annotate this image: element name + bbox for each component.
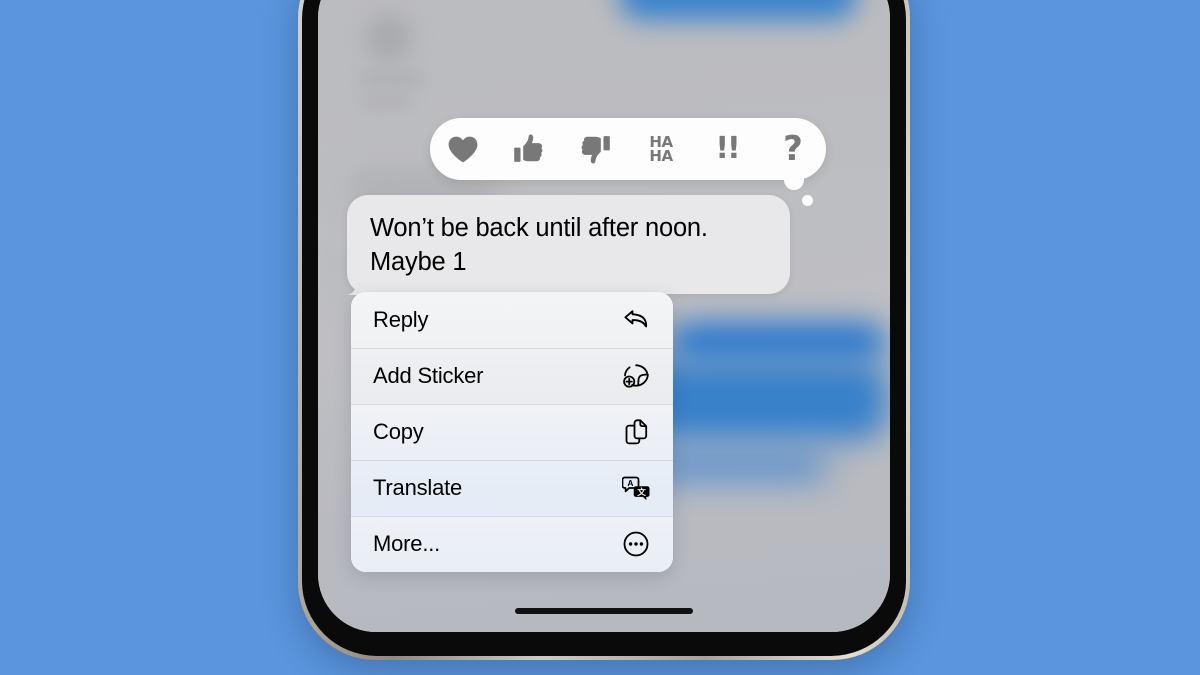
tapback-heart-button[interactable] bbox=[437, 125, 489, 173]
menu-item-add-sticker[interactable]: Add Sticker bbox=[351, 348, 673, 404]
menu-item-label: More... bbox=[373, 531, 441, 556]
question-icon: ? bbox=[783, 129, 803, 169]
haha-icon: HA HA bbox=[649, 135, 673, 165]
menu-separator bbox=[351, 460, 673, 461]
heart-icon bbox=[448, 136, 478, 163]
message-text: Won’t be back until after noon. Maybe 1 bbox=[370, 214, 708, 276]
translate-cjk-glyph: 文 bbox=[636, 486, 646, 498]
menu-separator bbox=[351, 404, 673, 405]
thumbs-down-icon bbox=[580, 134, 610, 164]
tapback-thumbs-up-button[interactable] bbox=[503, 125, 555, 173]
tapback-tail-large bbox=[784, 170, 804, 190]
copy-icon bbox=[621, 417, 651, 447]
add-sticker-icon bbox=[621, 361, 651, 391]
home-indicator[interactable] bbox=[515, 608, 693, 614]
haha-line-2: HA bbox=[649, 147, 673, 165]
thumbs-up-icon bbox=[514, 134, 544, 164]
menu-separator bbox=[351, 348, 673, 349]
tapback-exclamation-button[interactable]: !! bbox=[701, 125, 753, 173]
menu-item-label: Copy bbox=[373, 419, 424, 444]
menu-item-label: Add Sticker bbox=[373, 363, 484, 388]
menu-item-reply[interactable]: Reply bbox=[351, 292, 673, 348]
tapback-thumbs-down-button[interactable] bbox=[569, 125, 621, 173]
tapback-haha-button[interactable]: HA HA bbox=[635, 125, 687, 173]
tapback-container: HA HA !! ? bbox=[430, 118, 826, 206]
context-menu: Reply Add Sticker Copy Translate A 文 Mor… bbox=[351, 292, 673, 572]
translate-latin-glyph: A bbox=[627, 478, 633, 488]
menu-separator bbox=[351, 516, 673, 517]
menu-item-translate[interactable]: Translate A 文 bbox=[351, 460, 673, 516]
message-bubble[interactable]: Won’t be back until after noon. Maybe 1 bbox=[347, 195, 790, 294]
menu-item-copy[interactable]: Copy bbox=[351, 404, 673, 460]
menu-item-more[interactable]: More... bbox=[351, 516, 673, 572]
menu-item-label: Translate bbox=[373, 475, 463, 500]
tapback-tail-small bbox=[802, 195, 813, 206]
focused-message-container: Won’t be back until after noon. Maybe 1 bbox=[347, 195, 790, 294]
exclamation-icon: !! bbox=[715, 131, 740, 166]
more-circle-icon bbox=[621, 529, 651, 559]
tapback-question-button[interactable]: ? bbox=[767, 125, 819, 173]
tapback-bar[interactable]: HA HA !! ? bbox=[430, 118, 826, 206]
phone-screen: HA HA !! ? Won’t be back until after noo… bbox=[318, 0, 890, 632]
menu-item-label: Reply bbox=[373, 307, 429, 332]
translate-icon: A 文 bbox=[621, 473, 651, 503]
reply-arrow-icon bbox=[621, 305, 651, 335]
iphone-device: HA HA !! ? Won’t be back until after noo… bbox=[298, 0, 910, 660]
